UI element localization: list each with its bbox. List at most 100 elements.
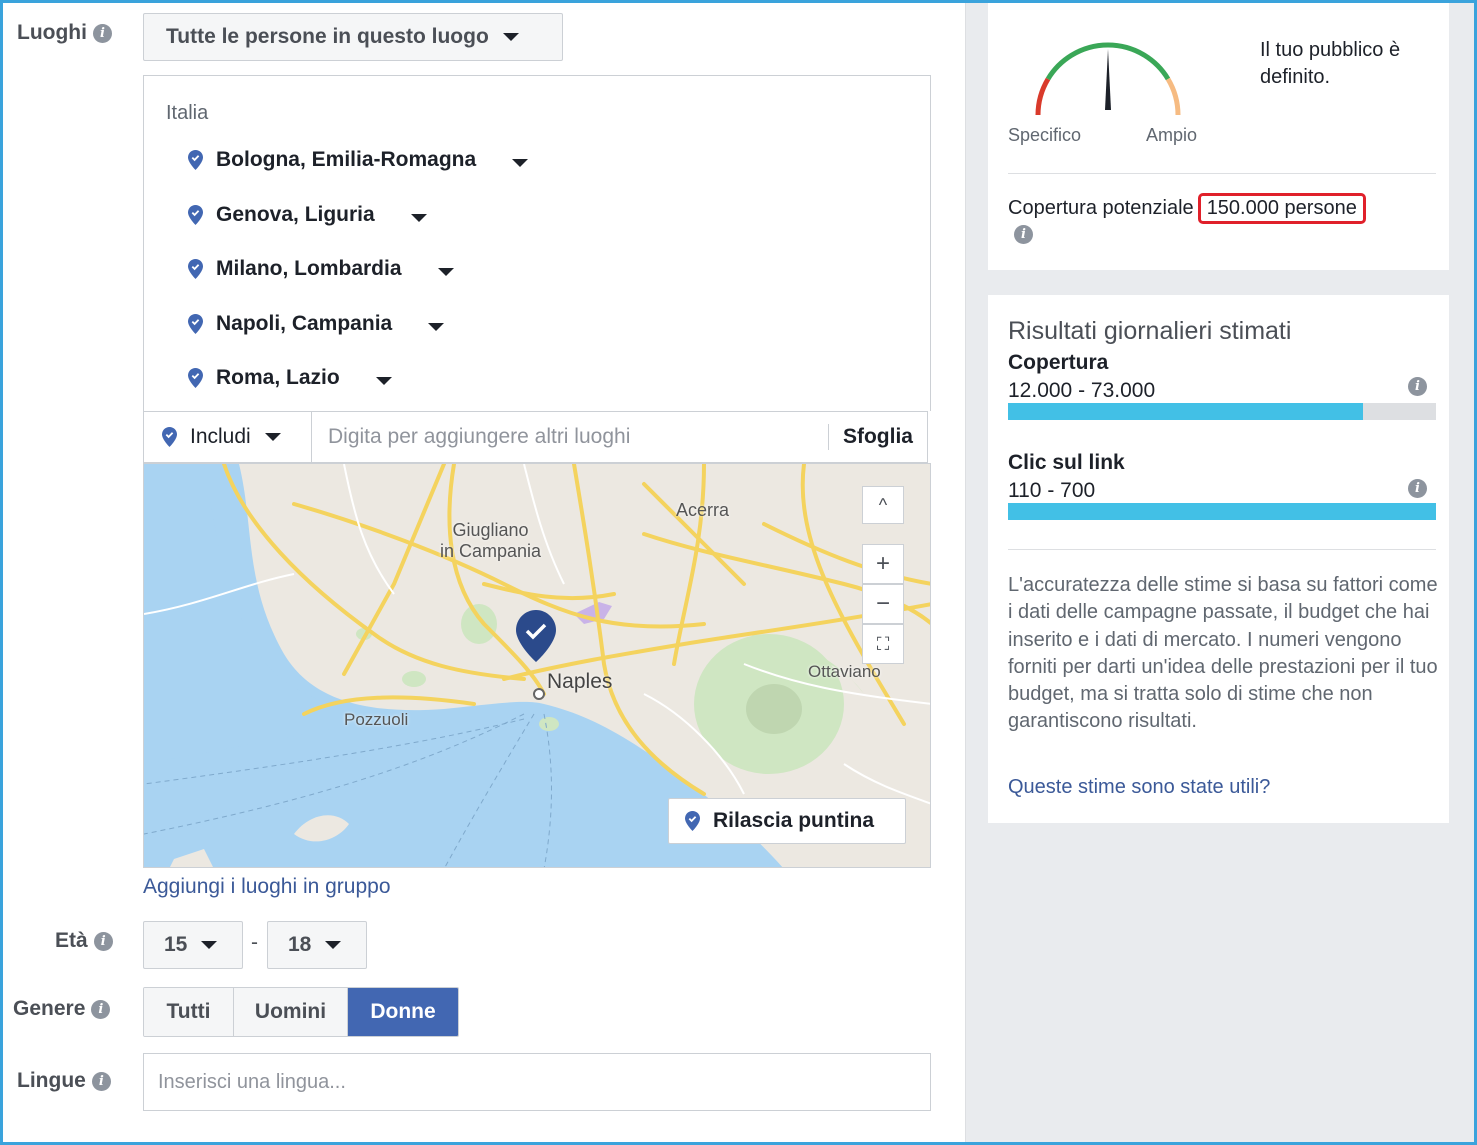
map-pin-icon: [188, 314, 203, 334]
gender-label-row: Genere i: [13, 997, 111, 1021]
location-scope-label: Tutte le persone in questo luogo: [166, 25, 489, 48]
gender-option-women[interactable]: Donne: [348, 988, 458, 1036]
gender-label: Genere: [13, 997, 86, 1020]
map-label-line: in Campania: [440, 541, 542, 561]
location-name: Bologna, Emilia-Romagna: [216, 148, 477, 171]
age-max-dropdown[interactable]: 18: [267, 921, 367, 969]
chevron-down-icon: [502, 33, 519, 41]
age-label-row: Età i: [55, 929, 113, 953]
location-name: Napoli, Campania: [216, 312, 393, 335]
zoom-out-button[interactable]: −: [862, 584, 904, 624]
potential-reach-row: Copertura potenziale 150.000 persone: [1008, 193, 1366, 224]
daily-results-card: Risultati giornalieri stimati Copertura …: [988, 295, 1449, 823]
chevron-down-icon: [264, 433, 281, 441]
potential-reach-label: Copertura potenziale: [1008, 197, 1194, 219]
info-icon[interactable]: i: [92, 23, 112, 43]
location-name: Milano, Lombardia: [216, 257, 402, 280]
drop-pin-button[interactable]: Rilascia puntina: [668, 798, 906, 844]
location-country: Italia: [166, 102, 209, 124]
location-item[interactable]: Milano, Lombardia: [188, 257, 454, 281]
languages-label: Lingue: [17, 1069, 86, 1092]
chevron-down-icon[interactable]: [410, 214, 427, 222]
reach-label: Copertura: [1008, 351, 1109, 374]
location-map[interactable]: Giugliano in Campania Acerra Naples Pozz…: [143, 463, 931, 868]
info-icon[interactable]: i: [1408, 377, 1427, 396]
location-name: Roma, Lazio: [216, 366, 340, 389]
map-pin-icon: [188, 150, 203, 170]
languages-label-row: Lingue i: [17, 1069, 111, 1093]
location-item[interactable]: Roma, Lazio: [188, 366, 392, 390]
age-separator: -: [251, 931, 258, 954]
targeting-form: Luoghi i Tutte le persone in questo luog…: [3, 3, 963, 1142]
location-item[interactable]: Napoli, Campania: [188, 312, 445, 336]
potential-reach-value: 150.000 persone: [1197, 193, 1366, 224]
location-search-bar: Includi Digita per aggiungere altri luog…: [143, 411, 928, 463]
map-label: Ottaviano: [808, 662, 881, 681]
locations-label-row: Luoghi i: [17, 21, 112, 45]
map-pin-icon: [685, 811, 700, 831]
info-icon[interactable]: i: [1408, 479, 1427, 498]
link-clicks-bar: [1008, 503, 1436, 520]
chevron-down-icon[interactable]: [428, 323, 445, 331]
map-collapse-button[interactable]: ^: [862, 486, 904, 524]
age-min-value: 15: [164, 933, 188, 956]
age-max-value: 18: [288, 933, 312, 956]
estimates-feedback-link[interactable]: Queste stime sono state utili?: [1008, 776, 1270, 799]
add-group-locations-link[interactable]: Aggiungi i luoghi in gruppo: [143, 875, 391, 899]
chevron-down-icon[interactable]: [512, 159, 529, 167]
reach-bar: [1008, 403, 1436, 420]
location-name: Genova, Liguria: [216, 203, 375, 226]
link-clicks-range: 110 - 700: [1008, 479, 1096, 502]
map-pin-icon: [188, 205, 203, 225]
include-label: Includi: [190, 425, 251, 448]
map-label: Giugliano in Campania: [440, 520, 541, 562]
map-pin-icon: [188, 368, 203, 388]
audience-definition-card: Specifico Ampio Il tuo pubblico è defini…: [988, 3, 1449, 270]
browse-button[interactable]: Sfoglia: [827, 424, 927, 450]
info-icon[interactable]: i: [93, 931, 113, 951]
estimates-accuracy-note: L'accuratezza delle stime si basa su fat…: [1008, 574, 1438, 733]
location-item[interactable]: Genova, Liguria: [188, 203, 427, 227]
map-label-line: Giugliano: [452, 520, 529, 540]
link-clicks-label: Clic sul link: [1008, 451, 1125, 474]
map-label: Acerra: [676, 500, 730, 520]
gender-option-men[interactable]: Uomini: [234, 988, 348, 1036]
include-dropdown[interactable]: Includi: [144, 412, 312, 462]
recenter-icon[interactable]: ⛶: [862, 624, 904, 664]
locations-label: Luoghi: [17, 21, 87, 44]
chevron-down-icon: [201, 941, 218, 949]
reach-bar-fill: [1008, 403, 1364, 420]
info-icon[interactable]: i: [91, 999, 111, 1019]
chevron-down-icon: [325, 941, 342, 949]
map-pin-icon: [162, 427, 177, 447]
estimates-sidebar: Specifico Ampio Il tuo pubblico è defini…: [965, 3, 1474, 1142]
drop-pin-label: Rilascia puntina: [713, 809, 875, 832]
link-clicks-bar-fill: [1008, 503, 1436, 520]
info-icon[interactable]: i: [91, 1071, 111, 1091]
gender-selector: Tutti Uomini Donne: [143, 987, 459, 1037]
audience-gauge-icon: [1035, 42, 1181, 116]
divider: [1008, 549, 1436, 550]
chevron-down-icon[interactable]: [375, 377, 392, 385]
info-icon[interactable]: i: [1014, 225, 1033, 244]
zoom-in-button[interactable]: +: [862, 544, 904, 584]
gender-option-all[interactable]: Tutti: [144, 988, 234, 1036]
selected-locations-box: Italia Bologna, Emilia-Romagna Genova, L…: [143, 75, 931, 411]
map-marker-icon[interactable]: [516, 610, 556, 662]
map-pin-icon: [188, 259, 203, 279]
location-scope-dropdown[interactable]: Tutte le persone in questo luogo: [143, 13, 563, 61]
location-item[interactable]: Bologna, Emilia-Romagna: [188, 148, 529, 172]
map-label: Pozzuoli: [344, 710, 409, 729]
daily-results-title: Risultati giornalieri stimati: [1008, 317, 1292, 345]
age-label: Età: [55, 929, 88, 952]
location-search-input[interactable]: Digita per aggiungere altri luoghi: [312, 425, 828, 449]
gauge-specific-label: Specifico: [1008, 125, 1082, 145]
audience-definition-text: Il tuo pubblico è definito.: [1260, 39, 1401, 88]
map-label: Naples: [547, 670, 613, 693]
reach-range: 12.000 - 73.000: [1008, 379, 1156, 402]
gauge-broad-label: Ampio: [1146, 125, 1198, 145]
chevron-down-icon[interactable]: [437, 268, 454, 276]
language-input[interactable]: Inserisci una lingua...: [143, 1053, 931, 1111]
divider: [1008, 173, 1436, 174]
age-min-dropdown[interactable]: 15: [143, 921, 243, 969]
